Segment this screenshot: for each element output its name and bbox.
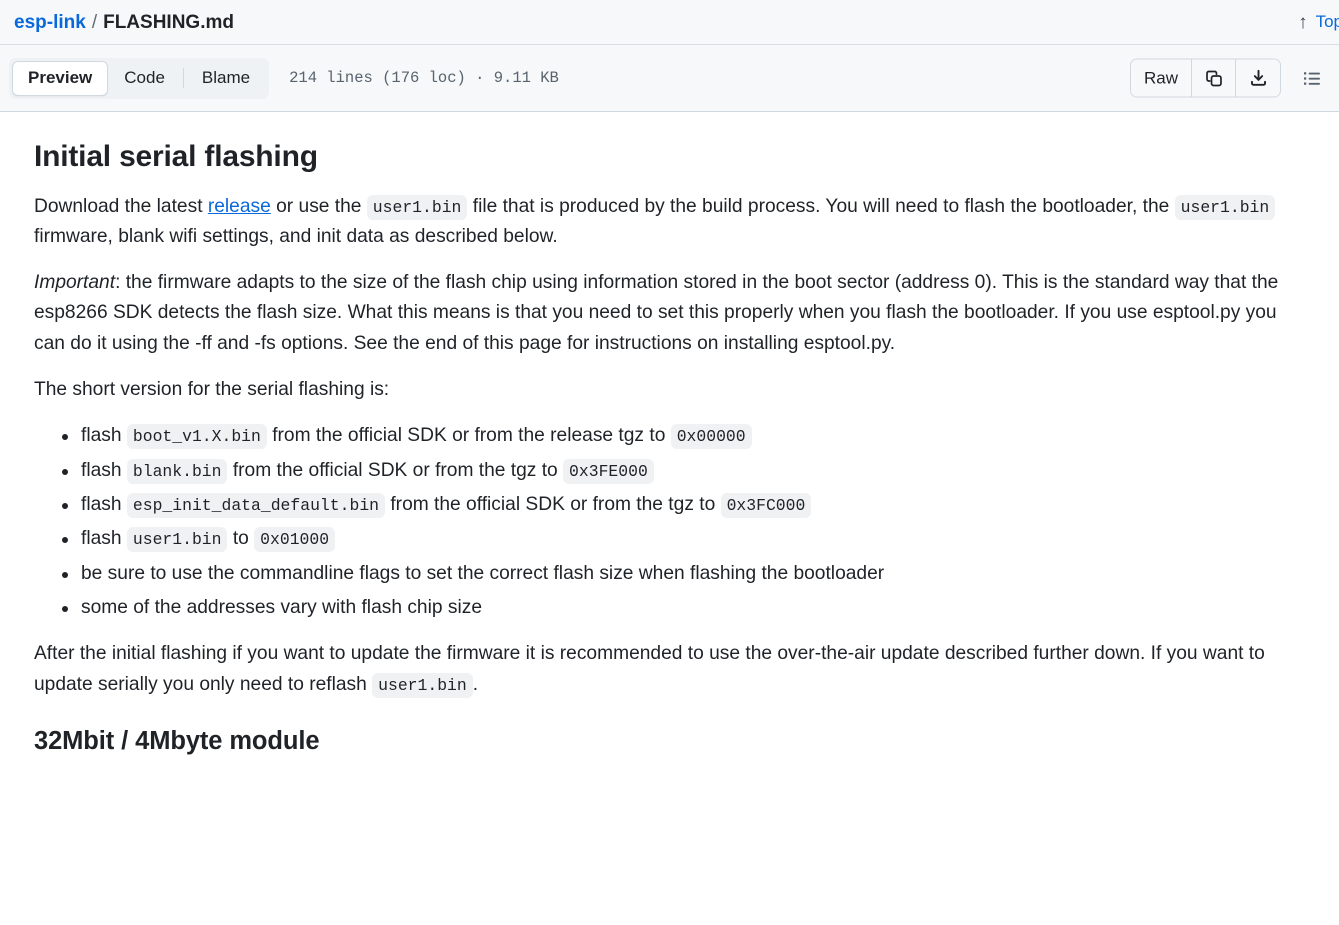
inline-code: 0x01000: [254, 527, 336, 553]
list-item-text: flash: [81, 528, 127, 550]
copy-icon[interactable]: [1192, 59, 1236, 97]
paragraph-download-part-b: or use the: [270, 195, 367, 217]
flash-steps-list: flash boot_v1.X.bin from the official SD…: [34, 421, 1305, 623]
inline-code: blank.bin: [126, 458, 228, 484]
paragraph-download-part-d: firmware, blank wifi settings, and init …: [34, 225, 558, 247]
raw-button[interactable]: Raw: [1130, 59, 1192, 97]
list-item-text: flash: [81, 494, 127, 516]
tab-preview[interactable]: Preview: [12, 60, 109, 96]
important-emphasis: Important: [34, 272, 116, 294]
tab-blame[interactable]: Blame: [186, 61, 266, 96]
list-item: flash user1.bin to 0x01000: [62, 524, 1305, 554]
tab-divider: [182, 68, 184, 88]
paragraph-after-flashing-part-a: After the initial flashing if you want t…: [34, 643, 1265, 695]
inline-code: 0x3FE000: [563, 458, 654, 484]
tab-code[interactable]: Code: [108, 61, 181, 96]
outline-icon[interactable]: [1295, 61, 1329, 95]
list-item: some of the addresses vary with flash ch…: [62, 593, 1305, 623]
back-to-top-link[interactable]: ↑ Top: [1298, 12, 1339, 32]
paragraph-short-version: The short version for the serial flashin…: [34, 379, 390, 401]
file-metadata-text: 214 lines (176 loc) · 9.11 KB: [289, 69, 559, 87]
code-user1-bin-1: user1.bin: [366, 194, 468, 220]
inline-code: 0x3FC000: [720, 493, 812, 519]
file-header-bar: esp-link / FLASHING.md ↑ Top: [0, 0, 1339, 45]
inline-code: 0x00000: [670, 424, 752, 450]
toolbar-actions: Raw: [1129, 58, 1329, 98]
paragraph-after-flashing: After the initial flashing if you want t…: [34, 639, 1305, 700]
list-item-text: some of the addresses vary with flash ch…: [81, 597, 482, 619]
view-mode-switch: Preview Code Blame: [9, 57, 270, 99]
inline-code: boot_v1.X.bin: [126, 424, 267, 450]
list-item-text: from the official SDK or from the releas…: [266, 425, 671, 447]
release-link[interactable]: release: [208, 196, 271, 217]
inline-code: esp_init_data_default.bin: [126, 493, 386, 519]
paragraph-download: Download the latest release or use the u…: [34, 192, 1305, 253]
inline-code: user1.bin: [126, 527, 228, 553]
breadcrumb-repo-link[interactable]: esp-link: [14, 13, 86, 32]
arrow-up-icon: ↑: [1298, 11, 1308, 33]
breadcrumb: esp-link / FLASHING.md: [14, 13, 234, 32]
code-user1-bin-2: user1.bin: [1174, 194, 1276, 220]
markdown-content: Initial serial flashing Download the lat…: [0, 112, 1339, 758]
raw-actions-group: Raw: [1129, 58, 1281, 98]
list-item: flash boot_v1.X.bin from the official SD…: [62, 421, 1305, 451]
list-item-text: flash: [81, 459, 127, 481]
paragraph-important-rest: : the firmware adapts to the size of the…: [34, 272, 1279, 354]
breadcrumb-separator: /: [91, 11, 98, 33]
heading-32mbit-module: 32Mbit / 4Mbyte module: [34, 727, 320, 756]
list-item-text: from the official SDK or from the tgz to: [385, 494, 721, 516]
paragraph-after-flashing-part-b: .: [472, 673, 479, 695]
heading-initial-serial-flashing: Initial serial flashing: [34, 140, 318, 173]
list-item-text: from the official SDK or from the tgz to: [227, 459, 564, 481]
paragraph-download-part-a: Download the latest: [34, 195, 208, 217]
file-toolbar: Preview Code Blame 214 lines (176 loc) ·…: [0, 45, 1339, 112]
paragraph-important: Important: the firmware adapts to the si…: [34, 268, 1305, 359]
download-icon[interactable]: [1236, 59, 1280, 97]
list-item-text: to: [227, 528, 255, 550]
paragraph-download-part-c: file that is produced by the build proce…: [467, 195, 1175, 217]
list-item-text: be sure to use the commandline flags to …: [81, 562, 885, 584]
code-user1-bin-3: user1.bin: [372, 672, 473, 698]
back-to-top-label: Top: [1315, 12, 1339, 31]
list-item: be sure to use the commandline flags to …: [62, 559, 1305, 589]
breadcrumb-filename: FLASHING.md: [103, 11, 234, 33]
list-item-text: flash: [81, 425, 127, 447]
list-item: flash blank.bin from the official SDK or…: [62, 456, 1305, 486]
list-item: flash esp_init_data_default.bin from the…: [62, 490, 1305, 520]
